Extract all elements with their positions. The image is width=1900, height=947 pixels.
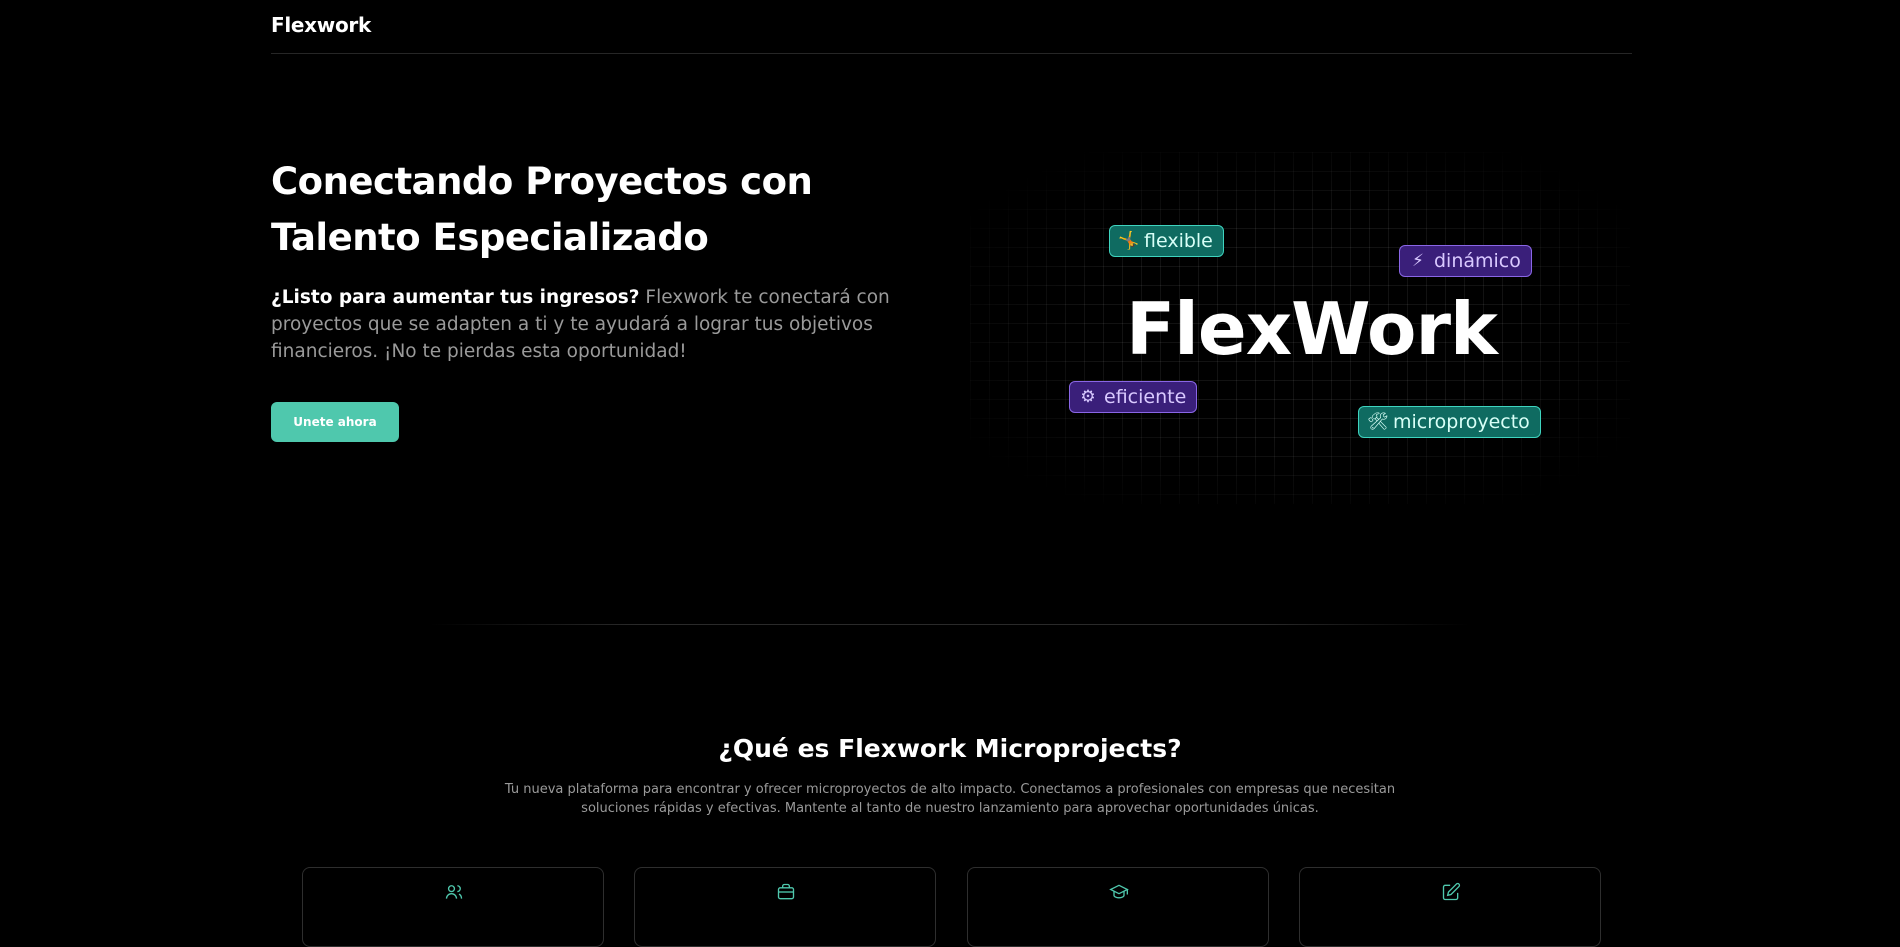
about-title: ¿Qué es Flexwork Microprojects? [718,734,1182,763]
tag-microproyecto: 🛠 microproyecto [1358,406,1541,438]
feature-card [302,867,604,947]
tag-flexible: 🤸 flexible [1109,225,1224,257]
about-description: Tu nueva plataforma para encontrar y ofr… [504,782,1396,816]
edit-icon [1442,882,1461,901]
graduation-cap-icon [1109,884,1129,899]
tag-label: eficiente [1104,386,1187,408]
flexwork-wordmark: FlexWork [1126,287,1498,371]
tag-eficiente: ⚙ eficiente [1069,381,1198,413]
join-now-button[interactable]: Unete ahora [271,402,399,442]
hero-title: Conectando Proyectos con Talento Especia… [271,160,813,259]
brand-logo[interactable]: Flexwork [271,13,371,37]
feature-card [634,867,936,947]
lightning-icon: ⚡ [1412,251,1424,271]
tag-label: dinámico [1434,250,1521,272]
acrobat-icon: 🤸 [1118,231,1140,251]
tag-dinamico: ⚡ dinámico [1399,245,1532,277]
section-divider [430,624,1470,625]
hero-lead: ¿Listo para aumentar tus ingresos? Flexw… [271,284,911,365]
briefcase-icon [777,883,795,900]
tag-label: microproyecto [1393,411,1530,433]
users-icon [445,885,463,899]
feature-card [1299,867,1601,947]
tag-label: flexible [1144,230,1213,252]
tools-icon: 🛠 [1367,412,1389,432]
feature-card [967,867,1269,947]
gear-icon: ⚙ [1080,387,1096,407]
top-nav: Flexwork [271,0,1632,54]
hero-lead-bold: ¿Listo para aumentar tus ingresos? [271,287,640,308]
